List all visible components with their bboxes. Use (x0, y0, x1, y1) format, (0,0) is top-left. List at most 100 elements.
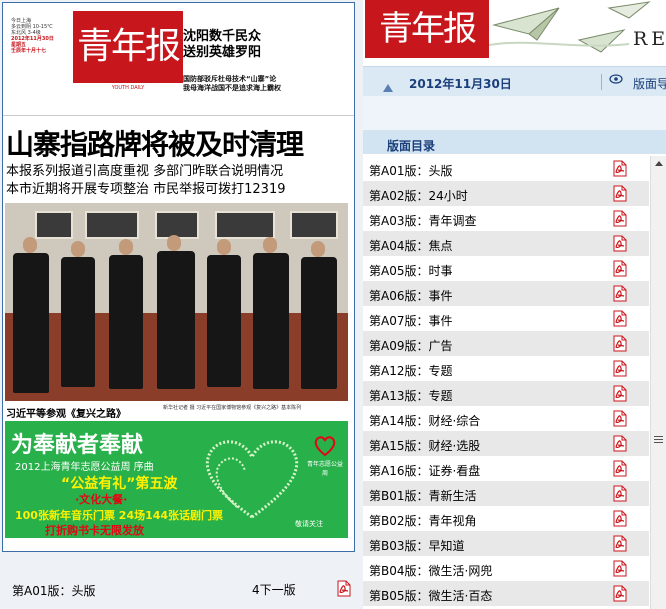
toc-row[interactable]: 第B03版：早知道 (363, 531, 649, 556)
toc-row[interactable]: 第B01版：青新生活 (363, 481, 649, 506)
toc-row[interactable]: 第A07版：事件 (363, 306, 649, 331)
toc-item-link[interactable]: 第A15版：财经·选股 (369, 437, 480, 454)
date-bar: 2012年11月30日 版面导航 (363, 66, 666, 97)
toc-row[interactable]: 第A01版：头版 (363, 156, 649, 181)
toc-item-link[interactable]: 第A06版：事件 (369, 287, 452, 304)
pdf-icon[interactable] (612, 410, 628, 431)
spacer (363, 96, 666, 130)
newspaper-page-image[interactable]: 今日上海 多云到阴 10-15℃ 东北风 3-4级 2012年11月30日 星期… (2, 2, 355, 552)
toc-row[interactable]: 第A16版：证券·看盘 (363, 456, 649, 481)
masthead-logo: 青年报 (73, 11, 183, 83)
person-head (167, 235, 181, 251)
toc-row[interactable]: 第A02版：24小时 (363, 181, 649, 206)
pdf-icon[interactable] (612, 435, 628, 456)
pdf-icon[interactable] (612, 310, 628, 331)
toc-row[interactable]: 第B02版：青年视角 (363, 506, 649, 531)
toc-item-link[interactable]: 第A16版：证券·看盘 (369, 462, 480, 479)
toc-item-link[interactable]: 第A04版：焦点 (369, 237, 452, 254)
toc-list: 第A01版：头版 第A02版：24小时 第A03版：青年调查 第A04版：焦点 第A05… (363, 156, 649, 609)
banner-logo: 青年报 (365, 0, 489, 58)
toc-item-link[interactable]: 第B03版：早知道 (369, 537, 465, 554)
masthead-date-box: 今日上海 多云到阴 10-15℃ 东北风 3-4级 2012年11月30日 星期… (11, 18, 71, 54)
next-page-link[interactable]: 4下一版 (252, 581, 296, 598)
ad-title: 为奉献者奉献 (11, 433, 144, 458)
toc-item-link[interactable]: 第A13版：专题 (369, 387, 452, 404)
pdf-icon[interactable] (336, 580, 352, 601)
pdf-icon[interactable] (612, 260, 628, 281)
person (157, 251, 195, 389)
person (301, 257, 337, 389)
toc-row[interactable]: 第A05版：时事 (363, 256, 649, 281)
toc-item-link[interactable]: 第A05版：时事 (369, 262, 452, 279)
subheadline-line: 我母海洋战国不是追求海上霸权 (183, 84, 281, 92)
ad-logo-text: 青年志愿公益周 (307, 461, 344, 477)
toc-item-link[interactable]: 第A09版：广告 (369, 337, 452, 354)
toc-row[interactable]: 第A09版：广告 (363, 331, 649, 356)
masthead-subheadline: 国防部驳斥杜母技术“山寨”论 我母海洋战国不是追求海上霸权 (183, 75, 281, 93)
photo-caption: 习近平等参观《复兴之路》 (6, 409, 126, 420)
paper-footer-strip (3, 538, 354, 551)
pdf-icon[interactable] (612, 360, 628, 381)
toc-item-link[interactable]: 第A01版：头版 (369, 162, 452, 179)
toc-row[interactable]: 第A14版：财经·综合 (363, 406, 649, 431)
ad-logo: 青年志愿公益周 (307, 435, 343, 477)
person-head (119, 239, 133, 255)
scroll-up-icon[interactable] (655, 161, 663, 166)
toc-row[interactable]: 第A12版：专题 (363, 356, 649, 381)
pdf-icon[interactable] (612, 235, 628, 256)
pdf-icon[interactable] (612, 160, 628, 181)
headline-line: 送别英雄罗阳 (183, 45, 262, 60)
lead-subheadline-2: 本市近期将开展专项整治 市民举报可拨打12319 (6, 182, 286, 197)
person (207, 255, 241, 387)
ad-logo-icon (314, 436, 336, 457)
pdf-icon[interactable] (612, 560, 628, 581)
person (13, 253, 49, 393)
person-head (311, 241, 325, 257)
ad-subtitle: 2012上海青年志愿公益周 序曲 (15, 462, 154, 473)
toc-row[interactable]: 第A13版：专题 (363, 381, 649, 406)
toc-item-link[interactable]: 第B05版：微生活·百态 (369, 587, 492, 604)
banner-partial-text: RE (633, 28, 666, 50)
site-banner: 青年报 RE (363, 0, 666, 62)
pdf-icon[interactable] (612, 460, 628, 481)
person (61, 257, 95, 387)
person-head (23, 237, 37, 253)
ad-tickets: 100张新年音乐门票 24场144张话剧门票 (15, 509, 224, 522)
toc-item-link[interactable]: 第A07版：事件 (369, 312, 452, 329)
advertisement: 为奉献者奉献 2012上海青年志愿公益周 序曲 “公益有礼”第五波 ·文化大餐·… (5, 421, 348, 541)
toc-row[interactable]: 第A06版：事件 (363, 281, 649, 306)
pdf-icon[interactable] (612, 585, 628, 606)
toc-row[interactable]: 第A03版：青年调查 (363, 206, 649, 231)
version-nav-link[interactable]: 版面导航 (633, 75, 666, 92)
toc-header: 版面目录 (363, 130, 666, 154)
pdf-icon[interactable] (612, 510, 628, 531)
issue-date: 2012年11月30日 (409, 77, 512, 91)
toc-title: 版面目录 (387, 139, 436, 153)
scrollbar-grip[interactable] (654, 436, 663, 446)
toc-row[interactable]: 第B05版：微生活·百态 (363, 581, 649, 606)
toc-row[interactable]: 第A04版：焦点 (363, 231, 649, 256)
pdf-icon[interactable] (612, 535, 628, 556)
pdf-icon[interactable] (612, 385, 628, 406)
pdf-icon[interactable] (612, 210, 628, 231)
pdf-icon[interactable] (612, 335, 628, 356)
wall-picture (85, 211, 139, 239)
pdf-icon[interactable] (612, 485, 628, 506)
page-footer: 第A01版：头版 4下一版 (0, 572, 363, 602)
toc-row[interactable]: 第B04版：微生活·网兜 (363, 556, 649, 581)
masthead-headline-right: 沈阳数千民众 送别英雄罗阳 (183, 29, 261, 61)
toc-item-link[interactable]: 第B01版：青新生活 (369, 487, 477, 504)
toc-item-link[interactable]: 第B02版：青年视角 (369, 512, 477, 529)
scrollbar[interactable] (650, 156, 666, 609)
pdf-icon[interactable] (612, 185, 628, 206)
toc-item-link[interactable]: 第A12版：专题 (369, 362, 452, 379)
news-photo (5, 203, 348, 401)
pdf-icon[interactable] (612, 285, 628, 306)
toc-item-link[interactable]: 第A02版：24小时 (369, 187, 468, 204)
toc-item-link[interactable]: 第A14版：财经·综合 (369, 412, 480, 429)
toc-item-link[interactable]: 第B04版：微生活·网兜 (369, 562, 492, 579)
toc-item-link[interactable]: 第A03版：青年调查 (369, 212, 476, 229)
toc-row[interactable]: 第A15版：财经·选股 (363, 431, 649, 456)
heart-graphic (205, 440, 299, 519)
issue-lunar-date: 壬辰年十月十七 (11, 48, 47, 54)
